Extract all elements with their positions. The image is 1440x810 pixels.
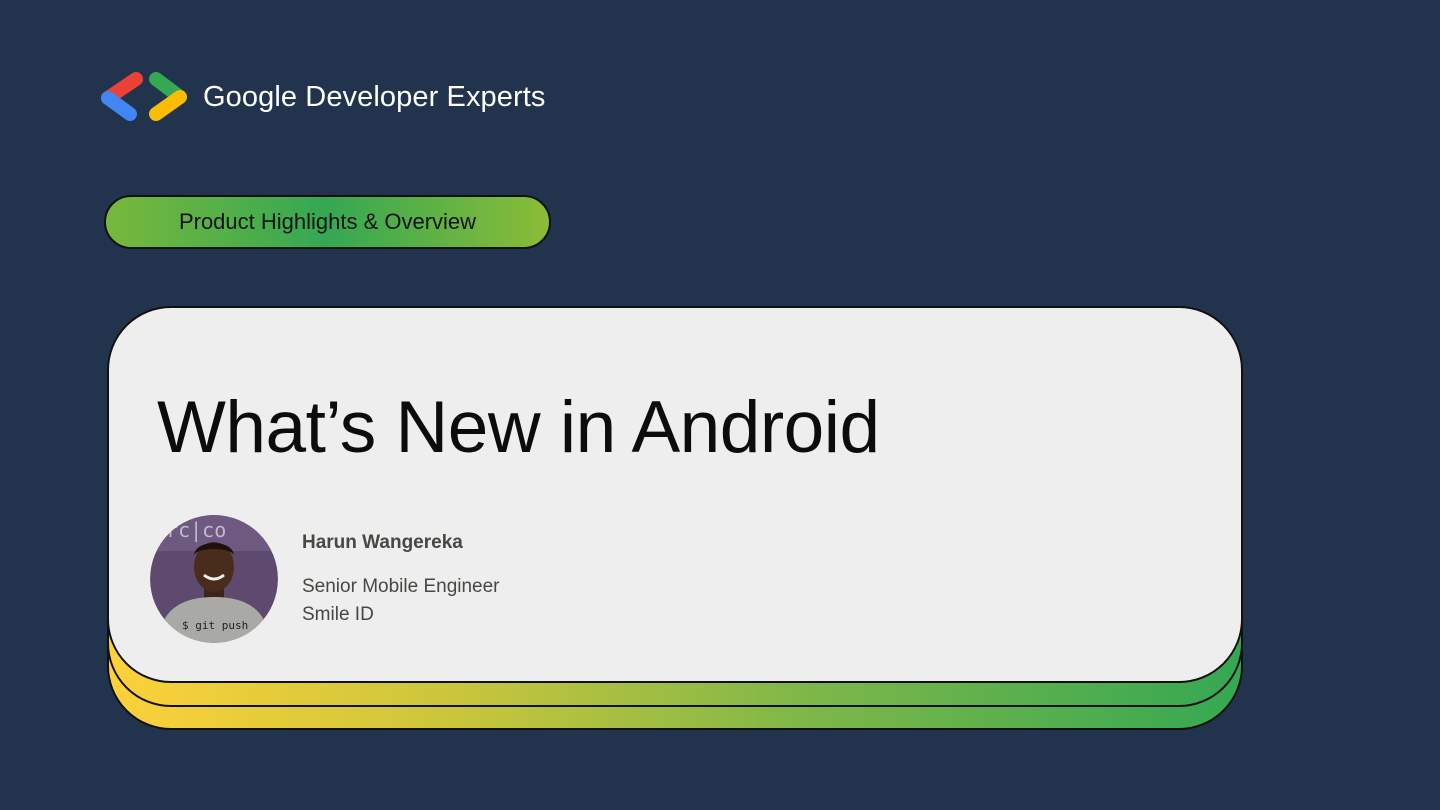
speaker-avatar: arc|co $ git push — [150, 515, 278, 643]
category-pill: Product Highlights & Overview — [104, 195, 551, 249]
speaker-shirt-text: $ git push — [182, 619, 248, 632]
brand-header: Google Developer Experts — [100, 72, 546, 122]
speaker-role: Senior Mobile Engineer — [302, 576, 500, 597]
title-card: What’s New in Android arc|co $ git push — [107, 306, 1243, 683]
category-label: Product Highlights & Overview — [178, 209, 477, 234]
brand-name: Google Developer Experts — [203, 80, 546, 113]
title-slide: Google Developer Experts Product Highlig… — [0, 0, 1440, 810]
speaker-company: Smile ID — [302, 604, 374, 625]
gde-chevrons-logo-icon — [101, 72, 187, 121]
svg-text:arc|co: arc|co — [154, 518, 226, 542]
slide-title: What’s New in Android — [157, 387, 880, 468]
speaker-name: Harun Wangereka — [302, 532, 463, 553]
